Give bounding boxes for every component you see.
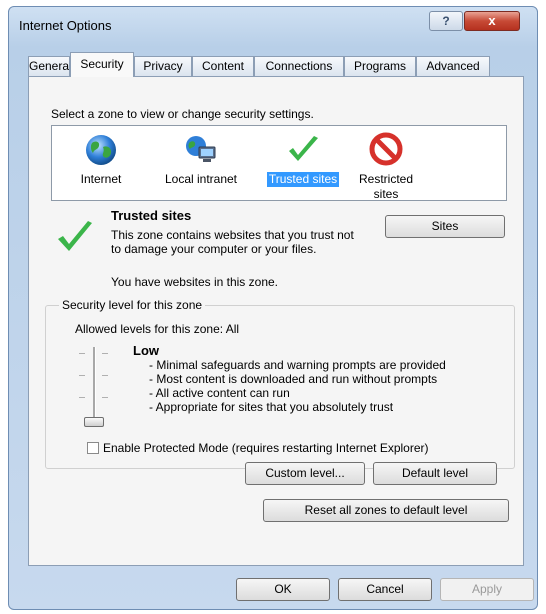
zone-trusted-sites[interactable]: Trusted sites	[258, 132, 348, 187]
tab-general[interactable]: General	[28, 56, 70, 76]
apply-button[interactable]: Apply	[440, 578, 534, 601]
zone-local-intranet[interactable]: Local intranet	[156, 132, 246, 187]
security-level-slider[interactable]	[77, 345, 111, 429]
globe-icon	[83, 132, 119, 168]
close-button[interactable]: x	[464, 11, 520, 31]
tab-security[interactable]: Security	[70, 52, 134, 77]
level-description: - Minimal safeguards and warning prompts…	[149, 358, 446, 414]
zone-caption: Select a zone to view or change security…	[51, 107, 314, 121]
help-icon: ?	[442, 14, 450, 28]
slider-tick	[102, 375, 108, 376]
slider-tick	[79, 397, 85, 398]
zone-info-description: This zone contains websites that you tru…	[111, 228, 354, 256]
zone-websites-note: You have websites in this zone.	[111, 275, 278, 289]
level-line: - Minimal safeguards and warning prompts…	[149, 358, 446, 372]
ok-button[interactable]: OK	[236, 578, 330, 601]
zone-internet[interactable]: Internet	[56, 132, 146, 187]
restricted-icon	[368, 132, 404, 168]
protected-mode-checkbox[interactable]	[87, 442, 99, 454]
slider-tick	[102, 353, 108, 354]
help-button[interactable]: ?	[429, 11, 463, 31]
security-panel: Select a zone to view or change security…	[28, 76, 524, 566]
level-line: - Most content is downloaded and run wit…	[149, 372, 438, 386]
slider-tick	[102, 397, 108, 398]
level-title: Low	[133, 343, 159, 358]
sites-button[interactable]: Sites	[385, 215, 505, 238]
security-level-legend: Security level for this zone	[59, 298, 206, 312]
zone-label: Local intranet	[164, 172, 238, 186]
level-line: - Appropriate for sites that you absolut…	[149, 400, 394, 414]
reset-all-zones-button[interactable]: Reset all zones to default level	[263, 499, 509, 522]
slider-tick	[79, 375, 85, 376]
allowed-levels-text: Allowed levels for this zone: All	[75, 322, 240, 336]
protected-mode-row[interactable]: Enable Protected Mode (requires restarti…	[87, 441, 429, 455]
tab-connections[interactable]: Connections	[254, 56, 344, 76]
tab-advanced[interactable]: Advanced	[416, 56, 490, 76]
custom-level-button[interactable]: Custom level...	[245, 462, 365, 485]
default-level-button[interactable]: Default level	[373, 462, 497, 485]
zone-label-selected: Trusted sites	[266, 172, 340, 187]
tab-content[interactable]: Content	[192, 56, 254, 76]
slider-track	[93, 347, 96, 423]
tab-programs[interactable]: Programs	[344, 56, 416, 76]
protected-mode-label: Enable Protected Mode (requires restarti…	[103, 441, 429, 455]
slider-thumb[interactable]	[84, 417, 104, 427]
tab-privacy[interactable]: Privacy	[134, 56, 192, 76]
checkmark-icon	[285, 132, 321, 168]
slider-tick	[79, 353, 85, 354]
trusted-checkmark-icon	[55, 217, 95, 257]
zone-label: Internet	[80, 172, 122, 186]
intranet-icon	[183, 132, 219, 168]
cancel-button[interactable]: Cancel	[338, 578, 432, 601]
zone-restricted-sites[interactable]: Restricted sites	[346, 132, 426, 202]
level-line: - All active content can run	[149, 386, 290, 400]
window-title: Internet Options	[19, 18, 112, 33]
close-icon: x	[488, 13, 496, 28]
zone-info-title: Trusted sites	[111, 208, 192, 223]
zone-label: Restricted sites	[358, 172, 414, 201]
zone-list[interactable]: Internet Local intranet Trusted sites Re…	[51, 125, 507, 201]
